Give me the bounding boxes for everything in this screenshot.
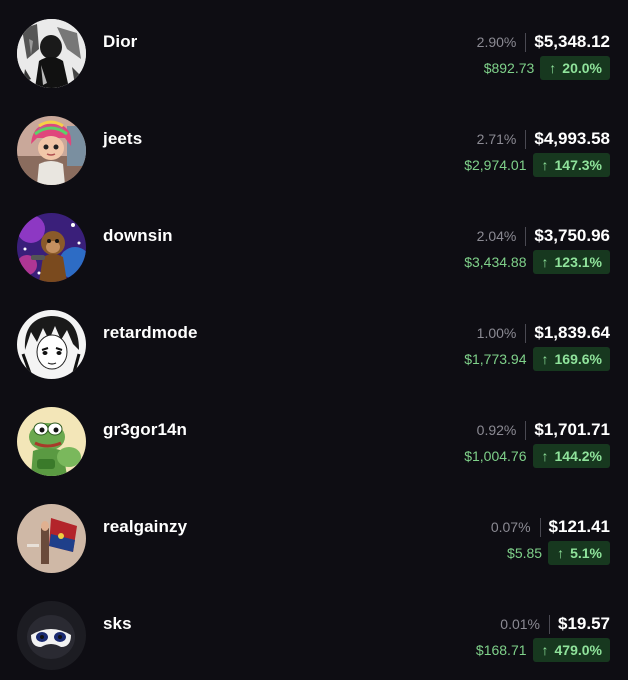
holder-stats: 1.00% $1,839.64 xyxy=(477,322,610,344)
holder-gains: $1,773.94 ↑ 169.6% xyxy=(464,347,610,371)
arrow-up-icon: ↑ xyxy=(541,642,549,658)
arrow-up-icon: ↑ xyxy=(541,448,549,464)
arrow-up-icon: ↑ xyxy=(549,60,557,76)
avatar-manga-face-icon[interactable] xyxy=(17,310,86,379)
holder-percent: 0.07% xyxy=(490,519,531,535)
holder-value: $1,701.71 xyxy=(534,420,610,439)
avatar-rainbow-hair-icon[interactable] xyxy=(17,116,86,185)
divider xyxy=(539,517,541,537)
holder-gains: $5.85 ↑ 5.1% xyxy=(507,541,610,565)
holder-name[interactable]: realgainzy xyxy=(103,517,187,537)
holder-row[interactable]: gr3gor14n 0.92% $1,701.71 $1,004.76 ↑ 14… xyxy=(0,388,628,485)
holder-value: $19.57 xyxy=(558,614,610,633)
holders-list: Dior 2.90% $5,348.12 $892.73 ↑ 20.0% jee… xyxy=(0,0,628,680)
holder-stats: 2.71% $4,993.58 xyxy=(477,128,610,150)
arrow-up-icon: ↑ xyxy=(541,157,549,173)
holder-stats: 2.90% $5,348.12 xyxy=(477,31,610,53)
holder-stats: 2.04% $3,750.96 xyxy=(477,225,610,247)
holder-percent: 2.71% xyxy=(476,131,517,147)
holder-gains: $3,434.88 ↑ 123.1% xyxy=(464,250,610,274)
change-percent: 123.1% xyxy=(554,254,602,270)
arrow-up-icon: ↑ xyxy=(541,254,549,270)
holder-row[interactable]: sks 0.01% $19.57 $168.71 ↑ 479.0% xyxy=(0,582,628,679)
change-badge: ↑ 169.6% xyxy=(532,347,610,371)
avatar-bw-figure-icon[interactable] xyxy=(17,19,86,88)
holder-gain-amount: $2,974.01 xyxy=(464,157,527,173)
holder-gains: $892.73 ↑ 20.0% xyxy=(484,56,610,80)
holder-gain-amount: $168.71 xyxy=(475,642,527,658)
change-badge: ↑ 144.2% xyxy=(532,444,610,468)
change-badge: ↑ 5.1% xyxy=(548,541,610,565)
holder-row[interactable]: realgainzy 0.07% $121.41 $5.85 ↑ 5.1% xyxy=(0,485,628,582)
change-badge: ↑ 479.0% xyxy=(532,638,610,662)
change-percent: 144.2% xyxy=(554,448,602,464)
divider xyxy=(525,420,527,440)
holder-stats: 0.01% $19.57 xyxy=(500,613,610,635)
holder-name[interactable]: gr3gor14n xyxy=(103,420,187,440)
change-badge: ↑ 147.3% xyxy=(532,153,610,177)
avatar-green-frog-icon[interactable] xyxy=(17,407,86,476)
holder-name[interactable]: jeets xyxy=(103,129,142,149)
holder-gain-amount: $1,004.76 xyxy=(464,448,527,464)
holder-value: $5,348.12 xyxy=(534,32,610,51)
holder-value: $4,993.58 xyxy=(534,129,610,148)
change-percent: 169.6% xyxy=(554,351,602,367)
change-percent: 479.0% xyxy=(554,642,602,658)
holder-gains: $2,974.01 ↑ 147.3% xyxy=(464,153,610,177)
divider xyxy=(525,129,527,149)
holder-percent: 0.92% xyxy=(476,422,517,438)
holder-percent: 0.01% xyxy=(500,616,540,632)
holder-row[interactable]: downsin 2.04% $3,750.96 $3,434.88 ↑ 123.… xyxy=(0,194,628,291)
holder-gain-amount: $892.73 xyxy=(483,60,535,76)
holder-stats: 0.07% $121.41 xyxy=(491,516,610,538)
holder-value: $3,750.96 xyxy=(534,226,610,245)
avatar-mask-icon[interactable] xyxy=(17,601,86,670)
arrow-up-icon: ↑ xyxy=(557,545,565,561)
holder-percent: 2.90% xyxy=(476,34,517,50)
change-percent: 5.1% xyxy=(570,545,602,561)
change-badge: ↑ 20.0% xyxy=(540,56,610,80)
holder-row[interactable]: retardmode 1.00% $1,839.64 $1,773.94 ↑ 1… xyxy=(0,291,628,388)
divider xyxy=(525,32,527,52)
holder-value: $121.41 xyxy=(548,517,610,536)
change-percent: 20.0% xyxy=(562,60,602,76)
holder-row[interactable]: jeets 2.71% $4,993.58 $2,974.01 ↑ 147.3% xyxy=(0,97,628,194)
change-badge: ↑ 123.1% xyxy=(532,250,610,274)
holder-name[interactable]: downsin xyxy=(103,226,173,246)
holder-percent: 1.00% xyxy=(476,325,517,341)
holder-name[interactable]: Dior xyxy=(103,32,137,52)
divider xyxy=(525,323,527,343)
holder-stats: 0.92% $1,701.71 xyxy=(477,419,610,441)
holder-gain-amount: $3,434.88 xyxy=(464,254,527,270)
divider xyxy=(549,614,550,634)
holder-percent: 2.04% xyxy=(476,228,517,244)
holder-gain-amount: $1,773.94 xyxy=(464,351,527,367)
arrow-up-icon: ↑ xyxy=(541,351,549,367)
avatar-red-flag-icon[interactable] xyxy=(17,504,86,573)
holder-gains: $168.71 ↑ 479.0% xyxy=(476,638,610,662)
holder-gain-amount: $5.85 xyxy=(507,545,543,561)
avatar-space-monkey-icon[interactable] xyxy=(17,213,86,282)
holder-value: $1,839.64 xyxy=(534,323,610,342)
holder-row[interactable]: Dior 2.90% $5,348.12 $892.73 ↑ 20.0% xyxy=(0,0,628,97)
holder-name[interactable]: retardmode xyxy=(103,323,198,343)
change-percent: 147.3% xyxy=(554,157,602,173)
holder-gains: $1,004.76 ↑ 144.2% xyxy=(464,444,610,468)
holder-name[interactable]: sks xyxy=(103,614,132,634)
divider xyxy=(525,226,527,246)
